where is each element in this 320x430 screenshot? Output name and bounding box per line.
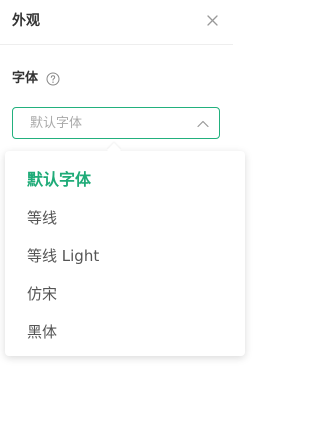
font-label: 字体 <box>12 71 39 86</box>
close-icon <box>207 15 218 26</box>
font-option-label: 仿宋 <box>27 285 58 303</box>
panel-header: 外观 <box>0 0 233 45</box>
font-option-label: 等线 <box>27 209 58 227</box>
font-dropdown: 默认字体 等线 等线 Light 仿宋 黑体 <box>5 151 245 356</box>
font-option-label: 默认字体 <box>27 170 92 189</box>
font-option-dengxian-light[interactable]: 等线 Light <box>5 237 233 275</box>
font-option-label: 黑体 <box>27 323 58 341</box>
font-option-fangsong[interactable]: 仿宋 <box>5 275 233 313</box>
appearance-panel: 外观 字体 默认字体 默认字体 等线 等线 Light 仿宋 黑体 <box>0 0 245 430</box>
font-option-heiti[interactable]: 黑体 <box>5 313 233 351</box>
font-option-label: 等线 Light <box>27 247 100 265</box>
chevron-up-icon <box>197 120 209 128</box>
font-section-label: 字体 <box>12 70 60 88</box>
help-circle-icon[interactable] <box>46 72 60 86</box>
font-option-dengxian[interactable]: 等线 <box>5 199 233 237</box>
font-select[interactable]: 默认字体 <box>12 107 220 139</box>
font-option-default[interactable]: 默认字体 <box>5 161 233 199</box>
panel-title: 外观 <box>12 13 40 29</box>
close-button[interactable] <box>204 12 222 30</box>
font-select-value: 默认字体 <box>30 116 83 131</box>
